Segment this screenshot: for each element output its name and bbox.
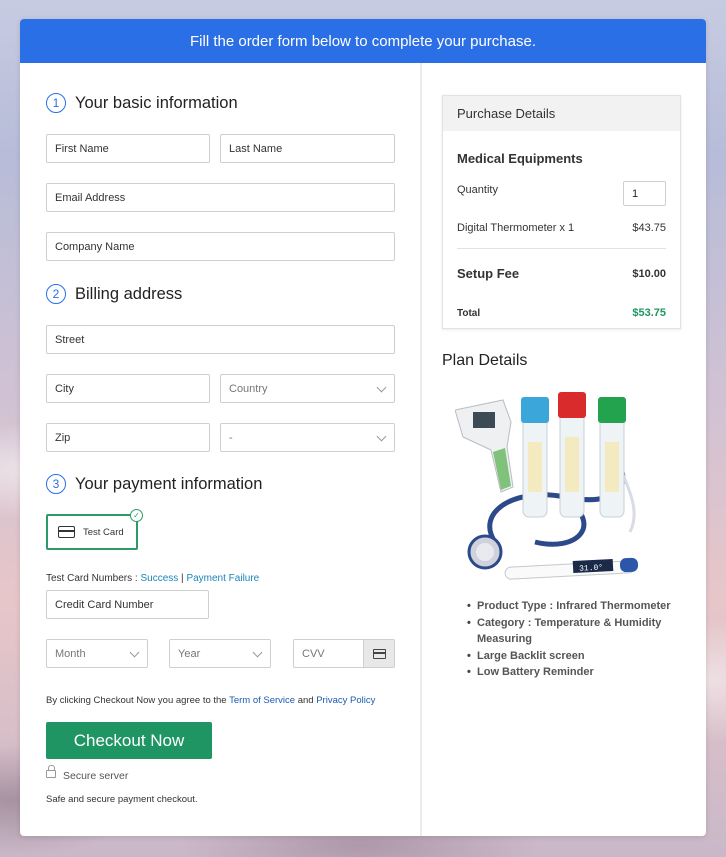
product-name: Medical Equipments <box>457 151 666 166</box>
feature-item: Low Battery Reminder <box>467 664 706 681</box>
cvv-field[interactable]: CVV <box>293 639 395 668</box>
summary-panel: Purchase Details Medical Equipments Quan… <box>422 63 706 836</box>
line-item-name: Digital Thermometer x 1 <box>457 222 575 234</box>
card-number-placeholder: Credit Card Number <box>55 598 154 611</box>
test-numbers-prefix: Test Card Numbers : <box>46 573 141 584</box>
state-value: - <box>229 431 233 444</box>
credit-card-icon <box>58 526 75 538</box>
purchase-details-header: Purchase Details <box>443 96 680 131</box>
section-billing: 2 Billing address <box>46 284 182 304</box>
zip-placeholder: Zip <box>55 431 71 444</box>
last-name-field[interactable]: Last Name <box>220 134 395 163</box>
card-icon <box>372 648 386 659</box>
terms-text: By clicking Checkout Now you agree to th… <box>46 695 375 706</box>
chevron-down-icon <box>129 647 140 658</box>
year-select[interactable]: Year <box>169 639 271 668</box>
line-item-price: $43.75 <box>632 222 666 234</box>
success-link[interactable]: Success <box>140 573 178 584</box>
checkout-button[interactable]: Checkout Now <box>46 722 212 759</box>
card-number-field[interactable]: Credit Card Number <box>46 590 209 619</box>
banner: Fill the order form below to complete yo… <box>20 19 706 63</box>
cvv-placeholder: CVV <box>302 647 325 660</box>
month-select[interactable]: Month <box>46 639 148 668</box>
test-card-numbers: Test Card Numbers : Success | Payment Fa… <box>46 573 259 584</box>
order-form: 1 Your basic information First Name Last… <box>20 63 420 836</box>
total-row: Total $53.75 <box>457 307 666 319</box>
email-field[interactable]: Email Address <box>46 183 395 212</box>
total-price: $53.75 <box>632 307 666 319</box>
total-label: Total <box>457 307 481 319</box>
first-name-field[interactable]: First Name <box>46 134 210 163</box>
checkmark-icon: ✓ <box>130 509 143 522</box>
company-field[interactable]: Company Name <box>46 232 395 261</box>
plan-details-title: Plan Details <box>442 352 528 369</box>
street-field[interactable]: Street <box>46 325 395 354</box>
test-card-option[interactable]: Test Card ✓ <box>46 509 143 550</box>
purchase-details-box: Purchase Details Medical Equipments Quan… <box>442 95 681 329</box>
city-field[interactable]: City <box>46 374 210 403</box>
checkout-card: Fill the order form below to complete yo… <box>20 19 706 836</box>
last-name-placeholder: Last Name <box>229 142 283 155</box>
country-select[interactable]: Country <box>220 374 395 403</box>
terms-prefix: By clicking Checkout Now you agree to th… <box>46 695 230 706</box>
state-select[interactable]: - <box>220 423 395 452</box>
quantity-value: 1 <box>632 187 639 200</box>
quantity-label: Quantity <box>457 184 498 196</box>
city-placeholder: City <box>55 382 74 395</box>
street-placeholder: Street <box>55 333 85 346</box>
section-basic-info: 1 Your basic information <box>46 93 238 113</box>
section-payment: 3 Your payment information <box>46 474 262 494</box>
line-item-row: Digital Thermometer x 1 $43.75 <box>457 222 666 234</box>
medical-equipment-illustration: 31.0° <box>454 392 639 580</box>
setup-fee-row: Setup Fee $10.00 <box>457 266 666 281</box>
section-title-billing: Billing address <box>75 284 183 303</box>
setup-fee-label: Setup Fee <box>457 266 520 281</box>
payment-failure-link[interactable]: Payment Failure <box>186 573 259 584</box>
terms-of-service-link[interactable]: Term of Service <box>229 695 295 706</box>
step-number-2: 2 <box>46 284 66 304</box>
banner-text: Fill the order form below to complete yo… <box>190 32 536 50</box>
section-title-basic: Your basic information <box>75 93 238 112</box>
setup-fee-price: $10.00 <box>632 267 666 280</box>
year-value: Year <box>178 647 201 660</box>
zip-field[interactable]: Zip <box>46 423 210 452</box>
terms-and: and <box>295 695 317 706</box>
step-number-1: 1 <box>46 93 66 113</box>
chevron-down-icon <box>376 431 387 442</box>
product-title: Medical Equipments <box>457 151 583 166</box>
secure-note: Safe and secure payment checkout. <box>46 794 198 805</box>
email-placeholder: Email Address <box>55 191 126 204</box>
lock-icon <box>46 765 56 778</box>
feature-item: Product Type : Infrared Thermometer <box>467 598 706 615</box>
quantity-input[interactable]: 1 <box>623 181 666 206</box>
secure-server-label: Secure server <box>63 770 129 782</box>
divider-line <box>457 248 666 249</box>
company-placeholder: Company Name <box>55 240 135 253</box>
feature-item: Category : Temperature & Humidity Measur… <box>467 615 706 648</box>
feature-item: Large Backlit screen <box>467 648 706 665</box>
thermometer-reading: 31.0° <box>579 563 603 573</box>
chevron-down-icon <box>252 647 263 658</box>
step-number-3: 3 <box>46 474 66 494</box>
product-image: 31.0° <box>454 392 665 587</box>
month-value: Month <box>55 647 86 660</box>
country-value: Country <box>229 382 268 395</box>
section-title-payment: Your payment information <box>75 474 263 493</box>
chevron-down-icon <box>376 382 387 393</box>
cvv-info-button[interactable] <box>363 640 394 667</box>
privacy-policy-link[interactable]: Privacy Policy <box>316 695 375 706</box>
test-card-label: Test Card <box>83 526 124 538</box>
first-name-placeholder: First Name <box>55 142 109 155</box>
plan-features-list: Product Type : Infrared Thermometer Cate… <box>467 598 706 681</box>
